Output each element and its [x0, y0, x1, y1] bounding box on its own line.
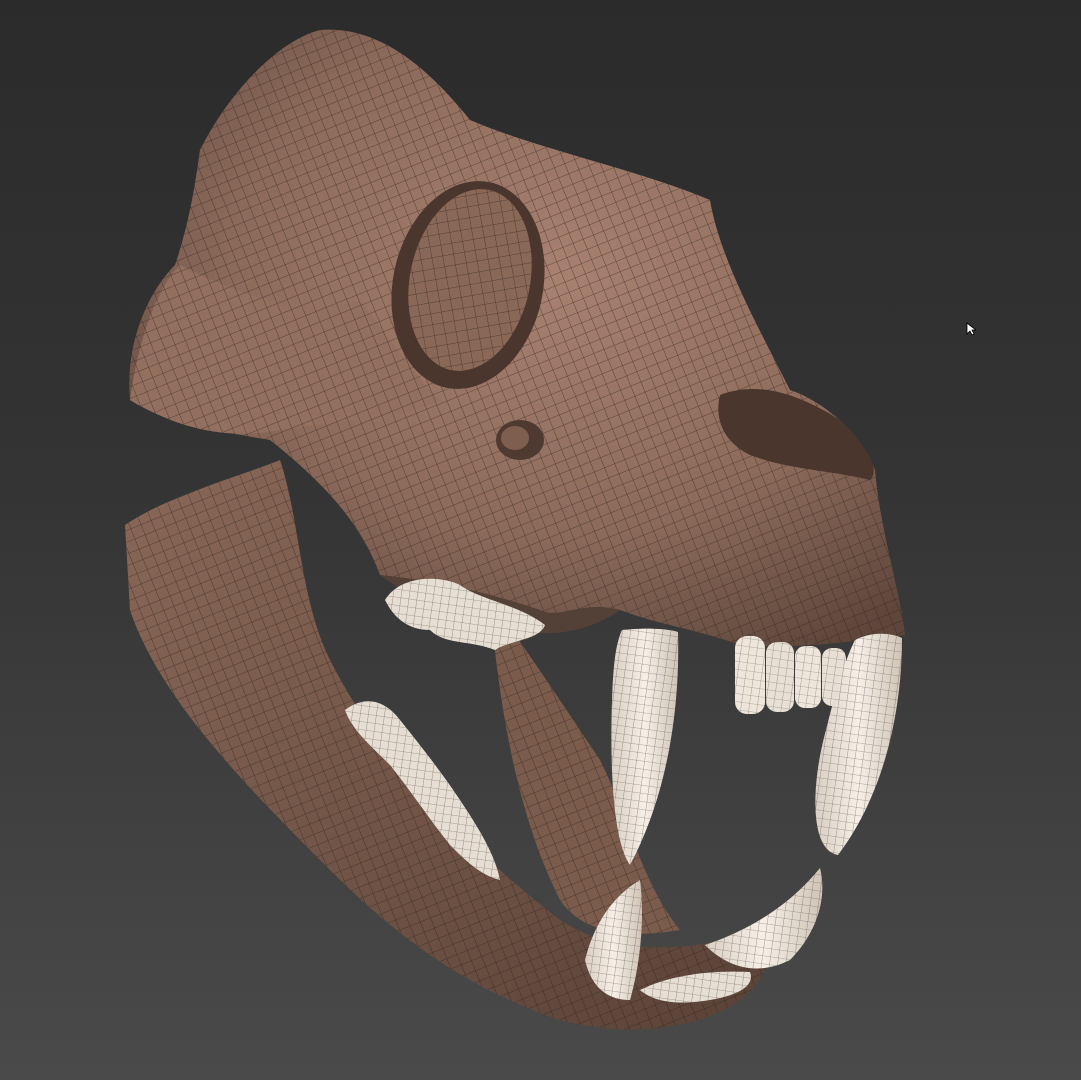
arrow-pointer-icon — [966, 322, 976, 336]
skull-model-render[interactable] — [0, 0, 1081, 1080]
upper-incisors — [735, 636, 846, 714]
3d-viewport[interactable] — [0, 0, 1081, 1080]
